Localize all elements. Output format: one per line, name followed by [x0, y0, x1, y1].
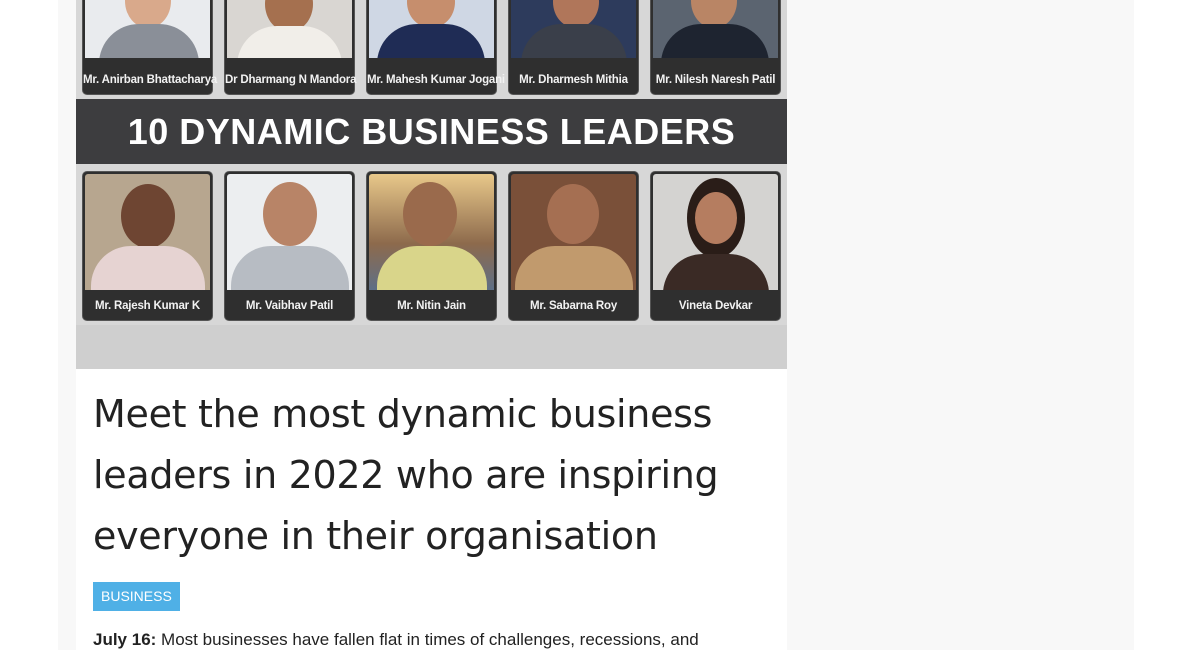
leader-card: Mr. Nitin Jain: [367, 172, 496, 320]
leader-photo: [653, 0, 778, 58]
leader-card: Mr. Anirban Bhattacharya: [83, 0, 218, 94]
leader-card: Mr. Rajesh Kumar K: [83, 172, 212, 320]
leader-name: Mr. Nilesh Naresh Patil: [655, 74, 776, 86]
leader-card: Mr. Sabarna Roy: [509, 172, 638, 320]
leader-name: Mr. Vaibhav Patil: [245, 300, 334, 312]
leader-photo: [85, 174, 210, 290]
leader-name: Mr. Nitin Jain: [397, 300, 466, 312]
category-badge[interactable]: BUSINESS: [93, 582, 180, 611]
leader-name: Dr Dharmang N Mandora: [225, 74, 357, 86]
leader-card: Mr. Nilesh Naresh Patil: [651, 0, 780, 94]
leader-name: Mr. Sabarna Roy: [529, 300, 618, 312]
leaders-collage: Mr. Anirban Bhattacharya Dr Dharmang N M…: [76, 0, 787, 325]
leader-name: Mr. Anirban Bhattacharya: [83, 74, 218, 86]
featured-image[interactable]: Mr. Anirban Bhattacharya Dr Dharmang N M…: [76, 0, 787, 369]
article-lede: July 16: Most businesses have fallen fla…: [93, 628, 783, 652]
leader-name: Mr. Dharmesh Mithia: [519, 74, 628, 86]
leader-photo: [85, 0, 210, 58]
leader-card: Vineta Devkar: [651, 172, 780, 320]
leader-name: Mr. Mahesh Kumar Jogani: [367, 74, 505, 86]
leader-card: Dr Dharmang N Mandora: [225, 0, 357, 94]
dateline: July 16:: [93, 630, 157, 649]
leader-photo: [369, 174, 494, 290]
leader-name: Vineta Devkar: [678, 300, 753, 312]
leader-photo: [227, 0, 352, 58]
leader-photo: [511, 0, 636, 58]
leader-name: Mr. Rajesh Kumar K: [94, 300, 201, 312]
banner-heading: 10 DYNAMIC BUSINESS LEADERS: [76, 99, 787, 164]
lede-text: Most businesses have fallen flat in time…: [161, 630, 699, 649]
leader-photo: [653, 174, 778, 290]
leader-photo: [369, 0, 494, 58]
leader-photo: [227, 174, 352, 290]
leader-card: Mr. Dharmesh Mithia: [509, 0, 638, 94]
article-title[interactable]: Meet the most dynamic business leaders i…: [93, 384, 773, 567]
leader-photo: [511, 174, 636, 290]
leader-card: Mr. Vaibhav Patil: [225, 172, 354, 320]
leader-card: Mr. Mahesh Kumar Jogani: [367, 0, 505, 94]
